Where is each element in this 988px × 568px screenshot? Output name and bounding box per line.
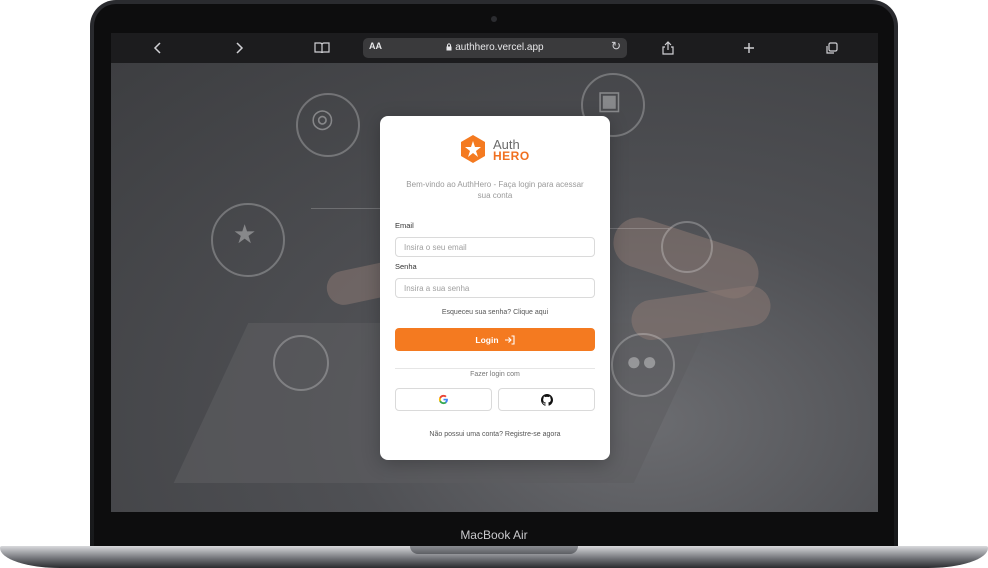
login-button[interactable]: Login bbox=[395, 328, 595, 351]
email-input[interactable] bbox=[395, 237, 595, 257]
network-line bbox=[311, 208, 381, 209]
device-label: MacBook Air bbox=[460, 528, 528, 542]
back-icon[interactable] bbox=[143, 33, 173, 63]
url-value: authhero.vercel.app bbox=[455, 42, 544, 53]
browser-screen: AA authhero.vercel.app ↻ ◎ ▣ ★ ●● Auth H… bbox=[111, 33, 878, 512]
social-divider-label: Fazer login com bbox=[464, 371, 526, 378]
tabs-icon[interactable] bbox=[816, 33, 846, 63]
password-label: Senha bbox=[395, 262, 417, 271]
bookmarks-icon[interactable] bbox=[307, 33, 337, 63]
forward-icon[interactable] bbox=[224, 33, 254, 63]
network-line bbox=[609, 228, 669, 229]
login-card: Auth HERO Bem-vindo ao AuthHero - Faça l… bbox=[380, 116, 610, 460]
reload-icon[interactable]: ↻ bbox=[611, 39, 621, 53]
earth-icon bbox=[273, 335, 329, 391]
login-button-label: Login bbox=[475, 334, 499, 345]
new-tab-icon[interactable] bbox=[734, 33, 764, 63]
logo-text-hero: HERO bbox=[493, 149, 530, 163]
people-glyph-icon: ●● bbox=[626, 346, 658, 376]
share-icon[interactable] bbox=[653, 33, 683, 63]
google-icon bbox=[438, 394, 448, 405]
lock-icon bbox=[446, 43, 452, 51]
authhero-logo-icon bbox=[461, 135, 485, 163]
award-star-icon: ★ bbox=[233, 219, 257, 249]
password-input[interactable] bbox=[395, 278, 595, 298]
laptop-notch bbox=[410, 546, 578, 554]
register-link[interactable]: Não possui uma conta? Registre-se agora bbox=[380, 431, 610, 438]
url-text: authhero.vercel.app bbox=[363, 42, 627, 53]
github-login-button[interactable] bbox=[498, 388, 595, 411]
google-login-button[interactable] bbox=[395, 388, 492, 411]
camera-icon bbox=[491, 16, 497, 22]
globe-glyph-icon: ◎ bbox=[311, 103, 334, 133]
address-bar[interactable]: AA authhero.vercel.app ↻ bbox=[363, 38, 627, 58]
login-arrow-icon bbox=[504, 334, 515, 345]
github-icon bbox=[540, 393, 553, 406]
welcome-subtitle: Bem-vindo ao AuthHero - Faça login para … bbox=[406, 180, 584, 200]
social-divider: Fazer login com bbox=[380, 363, 610, 381]
email-label: Email bbox=[395, 221, 414, 230]
padlock-glyph-icon: ▣ bbox=[597, 85, 622, 115]
browser-toolbar: AA authhero.vercel.app ↻ bbox=[111, 33, 878, 63]
forgot-password-link[interactable]: Esqueceu sua senha? Clique aqui bbox=[380, 309, 610, 316]
